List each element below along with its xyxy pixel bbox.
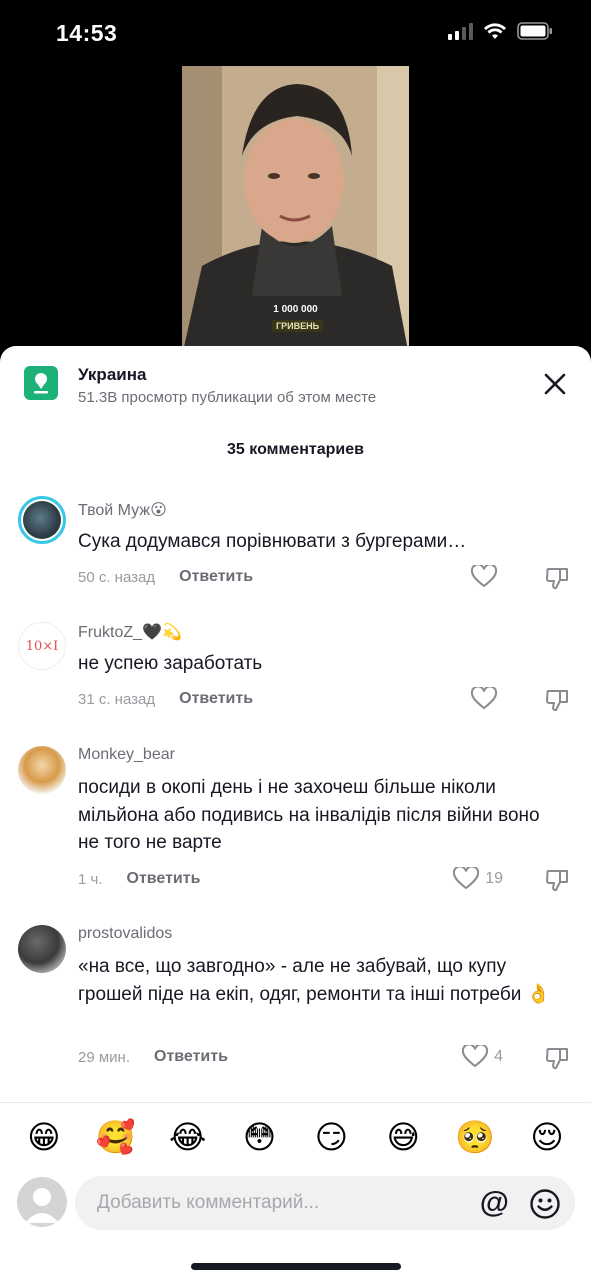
avatar[interactable] [18, 746, 66, 794]
emoji-option[interactable]: 😁 [20, 1115, 68, 1159]
emoji-option[interactable]: 😳 [236, 1115, 284, 1159]
dislike-icon[interactable] [545, 1045, 571, 1071]
comment-time: 31 с. назад [78, 690, 156, 708]
comment-meta: 29 мин. Ответить [78, 1048, 228, 1066]
comment-text: Сука додумався порівнювати з бургерами… [78, 531, 467, 552]
emoji-option[interactable]: 😏 [307, 1115, 355, 1159]
location-pin-icon [24, 366, 58, 400]
wifi-icon [484, 23, 506, 39]
mention-button[interactable]: @ [480, 1186, 509, 1220]
dislike-icon[interactable] [545, 565, 571, 591]
like-button[interactable]: 19 [453, 867, 503, 891]
comment-meta: 50 с. назад Ответить [78, 568, 253, 586]
like-button[interactable] [471, 687, 503, 711]
emoji-option[interactable]: 🥺 [451, 1115, 499, 1159]
comment-meta: 1 ч. Ответить [78, 870, 200, 888]
avatar[interactable] [18, 925, 66, 973]
comment-composer-bar: 😁 🥰 😂 😳 😏 😅 🥺 😌 Добавить комментарий... … [0, 1102, 591, 1280]
like-button[interactable] [471, 565, 503, 589]
video-player[interactable]: 1 000 000 ГРИВЕНЬ [0, 66, 591, 356]
dislike-icon[interactable] [545, 867, 571, 893]
like-button[interactable]: 4 [462, 1045, 503, 1069]
emoji-option[interactable]: 😌 [523, 1115, 571, 1159]
heart-icon [462, 1045, 489, 1068]
place-subtitle: 51.3B просмотр публикации об этом месте [78, 389, 377, 406]
heart-icon [453, 867, 480, 890]
comment-time: 50 с. назад [78, 568, 156, 586]
like-count: 4 [494, 1048, 503, 1065]
video-caption-currency: ГРИВЕНЬ [272, 320, 324, 332]
comment-username[interactable]: FruktoZ_🖤💫 [78, 622, 182, 642]
status-icons [448, 22, 553, 40]
heart-icon [471, 687, 497, 710]
reply-button[interactable]: Ответить [179, 690, 253, 708]
place-header[interactable]: Украина 51.3B просмотр публикации об это… [0, 346, 591, 426]
close-icon[interactable] [541, 370, 569, 398]
comment-username[interactable]: prostovalidos [78, 925, 172, 943]
status-time: 14:53 [56, 20, 118, 46]
comment-time: 1 ч. [78, 870, 103, 888]
like-count: 19 [485, 870, 503, 887]
reply-button[interactable]: Ответить [154, 1048, 228, 1066]
video-caption-amount: 1 000 000 [273, 304, 318, 315]
quick-emoji-row: 😁 🥰 😂 😳 😏 😅 🥺 😌 [0, 1115, 591, 1159]
comment-text: посиди в окопі день і не захочеш більше … [78, 777, 540, 853]
comment-input[interactable]: Добавить комментарий... @ [75, 1176, 575, 1230]
comment-username[interactable]: Monkey_bear [78, 746, 175, 764]
comment-time: 29 мин. [78, 1048, 130, 1066]
home-indicator [191, 1263, 401, 1270]
battery-icon [517, 22, 552, 40]
comment-meta: 31 с. назад Ответить [78, 690, 253, 708]
place-title: Украина [78, 365, 147, 384]
reply-button[interactable]: Ответить [179, 568, 253, 586]
my-avatar [17, 1177, 67, 1227]
comment-text: «на все, що завгодно» - але не забувай, … [78, 956, 551, 1005]
dislike-icon[interactable] [545, 687, 571, 713]
comments-count: 35 комментариев [227, 441, 364, 458]
status-bar: 14:53 [0, 0, 591, 66]
emoji-option[interactable]: 😂 [164, 1115, 212, 1159]
comment-input-placeholder: Добавить комментарий... [97, 1192, 320, 1213]
emoji-option[interactable]: 🥰 [92, 1115, 140, 1159]
comment-username[interactable]: Твой Муж😮 [78, 500, 167, 520]
heart-icon [471, 565, 497, 588]
emoji-option[interactable]: 😅 [379, 1115, 427, 1159]
avatar[interactable] [18, 496, 66, 544]
reply-button[interactable]: Ответить [127, 870, 201, 888]
video-frame: 1 000 000 ГРИВЕНЬ [182, 66, 409, 356]
emoji-picker-icon[interactable] [529, 1188, 561, 1220]
cellular-signal-icon [448, 22, 473, 40]
avatar[interactable]: 10×I [18, 622, 66, 670]
comment-text: не успею заработать [78, 653, 263, 674]
